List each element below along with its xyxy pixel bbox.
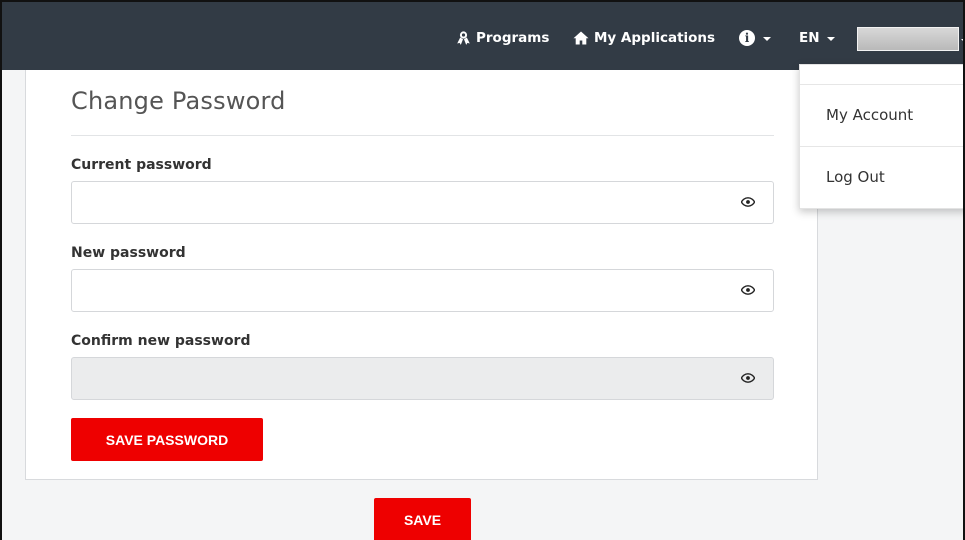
page-title: Change Password: [71, 87, 286, 115]
nav-my-applications[interactable]: My Applications: [573, 28, 715, 48]
confirm-password-label: Confirm new password: [71, 333, 251, 349]
language-label: EN: [799, 30, 820, 46]
confirm-password-field[interactable]: [71, 357, 774, 400]
home-icon: [573, 31, 589, 45]
info-icon: i: [739, 30, 755, 46]
menu-item-my-account[interactable]: My Account: [826, 106, 913, 124]
menu-divider: [800, 84, 963, 85]
current-password-label: Current password: [71, 157, 212, 173]
programs-icon: [457, 31, 470, 45]
save-button[interactable]: SAVE: [374, 498, 471, 540]
chevron-down-icon: [826, 37, 835, 41]
eye-icon[interactable]: [741, 373, 755, 383]
change-password-card: Change Password Current password New pas…: [25, 46, 818, 480]
eye-icon[interactable]: [741, 197, 755, 207]
top-navbar: Programs My Applications i EN: [2, 2, 963, 70]
nav-programs-label: Programs: [476, 30, 550, 46]
language-dropdown-toggle[interactable]: EN: [799, 28, 835, 48]
confirm-password-input[interactable]: [72, 358, 773, 399]
save-password-button[interactable]: SAVE PASSWORD: [71, 418, 263, 461]
user-menu-toggle[interactable]: [857, 27, 959, 51]
eye-icon[interactable]: [741, 285, 755, 295]
menu-divider: [800, 146, 963, 147]
nav-programs[interactable]: Programs: [456, 28, 549, 48]
new-password-field[interactable]: [71, 269, 774, 312]
menu-item-log-out[interactable]: Log Out: [826, 168, 885, 186]
nav-my-applications-label: My Applications: [594, 30, 716, 46]
new-password-label: New password: [71, 245, 186, 261]
current-password-input[interactable]: [72, 182, 773, 223]
chevron-down-icon: [961, 39, 963, 43]
page-frame: Change Password Current password New pas…: [0, 0, 965, 540]
current-password-field[interactable]: [71, 181, 774, 224]
user-dropdown-menu: My Account Log Out: [799, 64, 963, 209]
new-password-input[interactable]: [72, 270, 773, 311]
info-dropdown-toggle[interactable]: i: [739, 28, 771, 48]
title-divider: [71, 135, 774, 136]
chevron-down-icon: [763, 37, 771, 41]
